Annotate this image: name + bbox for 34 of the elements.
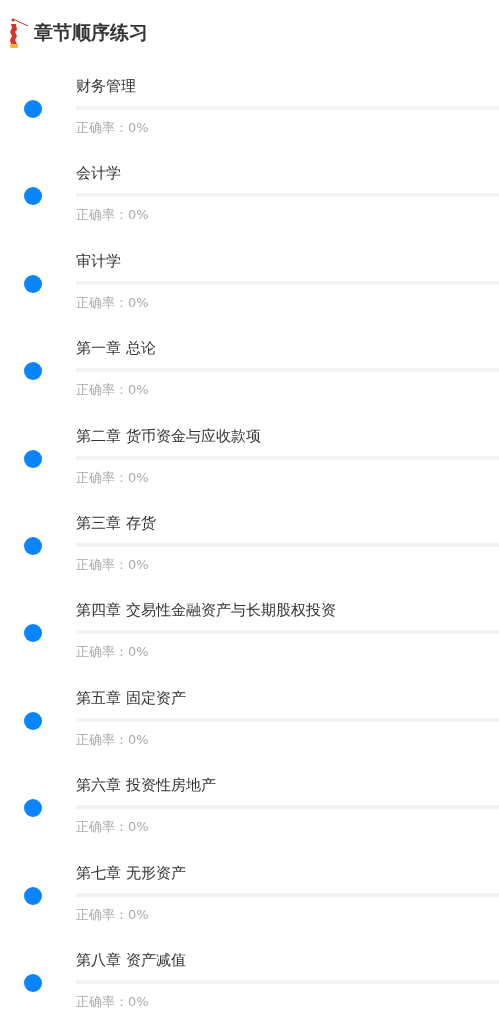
accuracy-text: 正确率：0%: [76, 818, 150, 837]
status-dot: [24, 449, 42, 468]
status-dot: [24, 100, 42, 118]
status-dot: [24, 362, 42, 381]
accuracy-text: 正确率：0%: [76, 293, 150, 312]
chapter-title[interactable]: 审计学: [76, 248, 499, 273]
chapter-title[interactable]: 财务管理: [76, 74, 499, 98]
accuracy-text: 正确率：0%: [76, 555, 150, 574]
chapter-title[interactable]: 第八章 资产减值: [76, 947, 499, 972]
status-dot: [24, 536, 42, 555]
chapter-title[interactable]: 第三章 存货: [76, 510, 499, 535]
status-dot: [24, 624, 42, 643]
status-dot: [24, 187, 42, 206]
accuracy-text: 正确率：0%: [76, 119, 150, 137]
chapter-title[interactable]: 第七章 无形资产: [76, 860, 499, 885]
chapter-title[interactable]: 第四章 交易性金融资产与长期股权投资: [76, 598, 499, 623]
chapter-title[interactable]: 会计学: [76, 161, 499, 186]
status-dot: [24, 973, 42, 992]
accuracy-text: 正确率：0%: [76, 381, 150, 400]
page-title: 章节顺序练习: [34, 19, 148, 45]
chapter-title[interactable]: 第六章 投资性房地产: [76, 773, 499, 798]
status-dot: [24, 274, 42, 293]
accuracy-text: 正确率：0%: [76, 992, 150, 1011]
accuracy-text: 正确率：0%: [76, 206, 150, 225]
status-dot: [24, 886, 42, 905]
chapter-title[interactable]: 第一章 总论: [76, 336, 499, 361]
status-dot: [24, 799, 42, 818]
accuracy-text: 正确率：0%: [76, 468, 150, 487]
accuracy-text: 正确率：0%: [76, 905, 150, 924]
status-dot: [24, 711, 42, 730]
accuracy-text: 正确率：0%: [76, 643, 150, 662]
chapter-title[interactable]: 第二章 货币资金与应收款项: [76, 423, 499, 448]
chapter-title[interactable]: 第五章 固定资产: [76, 685, 499, 710]
accuracy-text: 正确率：0%: [76, 730, 150, 749]
